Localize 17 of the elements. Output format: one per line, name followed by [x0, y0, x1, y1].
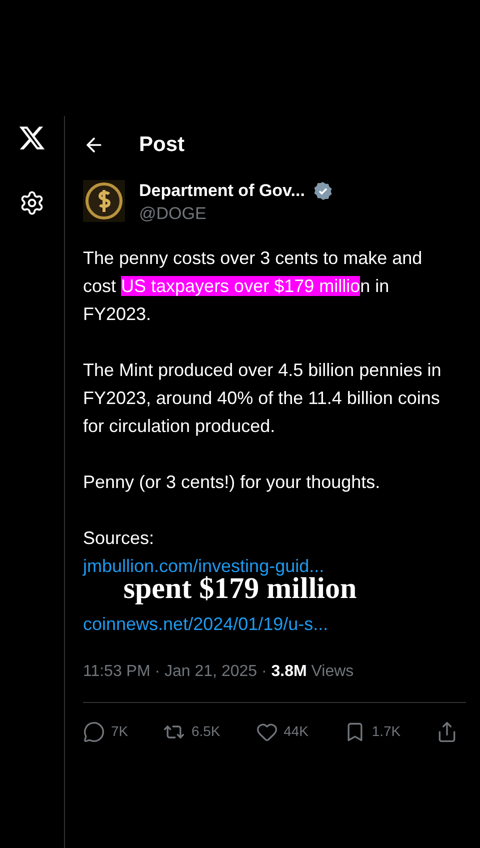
speech-bubble-icon [83, 720, 105, 742]
page-title: Post [139, 132, 185, 158]
x-logo-icon[interactable] [18, 124, 46, 152]
bookmark-button[interactable]: 1.7K [344, 720, 401, 742]
author-handle: @DOGE [139, 204, 208, 224]
post-paragraph: The Mint produced over 4.5 billion pennies in FY2023, around 40% of the 11.4 billion coins for circulation produced. [83, 358, 442, 438]
repost-button[interactable]: 6.5K [163, 720, 220, 742]
sources-label: Sources: [83, 526, 156, 550]
post-paragraph: The penny costs over 3 cents to make and cost US taxpayers over $179 million in FY2023. [83, 246, 424, 326]
source-link[interactable]: coinnews.net/2024/01/19/u-s... [83, 610, 328, 638]
settings-icon[interactable] [19, 190, 45, 216]
post-timestamp: 11:53 PM · Jan 21, 2025 · 3.8M Views [83, 662, 355, 682]
author-name[interactable]: Department of Gov... [139, 178, 305, 204]
post-paragraph: Penny (or 3 cents!) for your thoughts. [83, 470, 382, 494]
avatar-dollar-icon[interactable] [83, 180, 125, 222]
reply-button[interactable]: 7K [83, 720, 128, 742]
like-button[interactable]: 44K [256, 720, 309, 742]
